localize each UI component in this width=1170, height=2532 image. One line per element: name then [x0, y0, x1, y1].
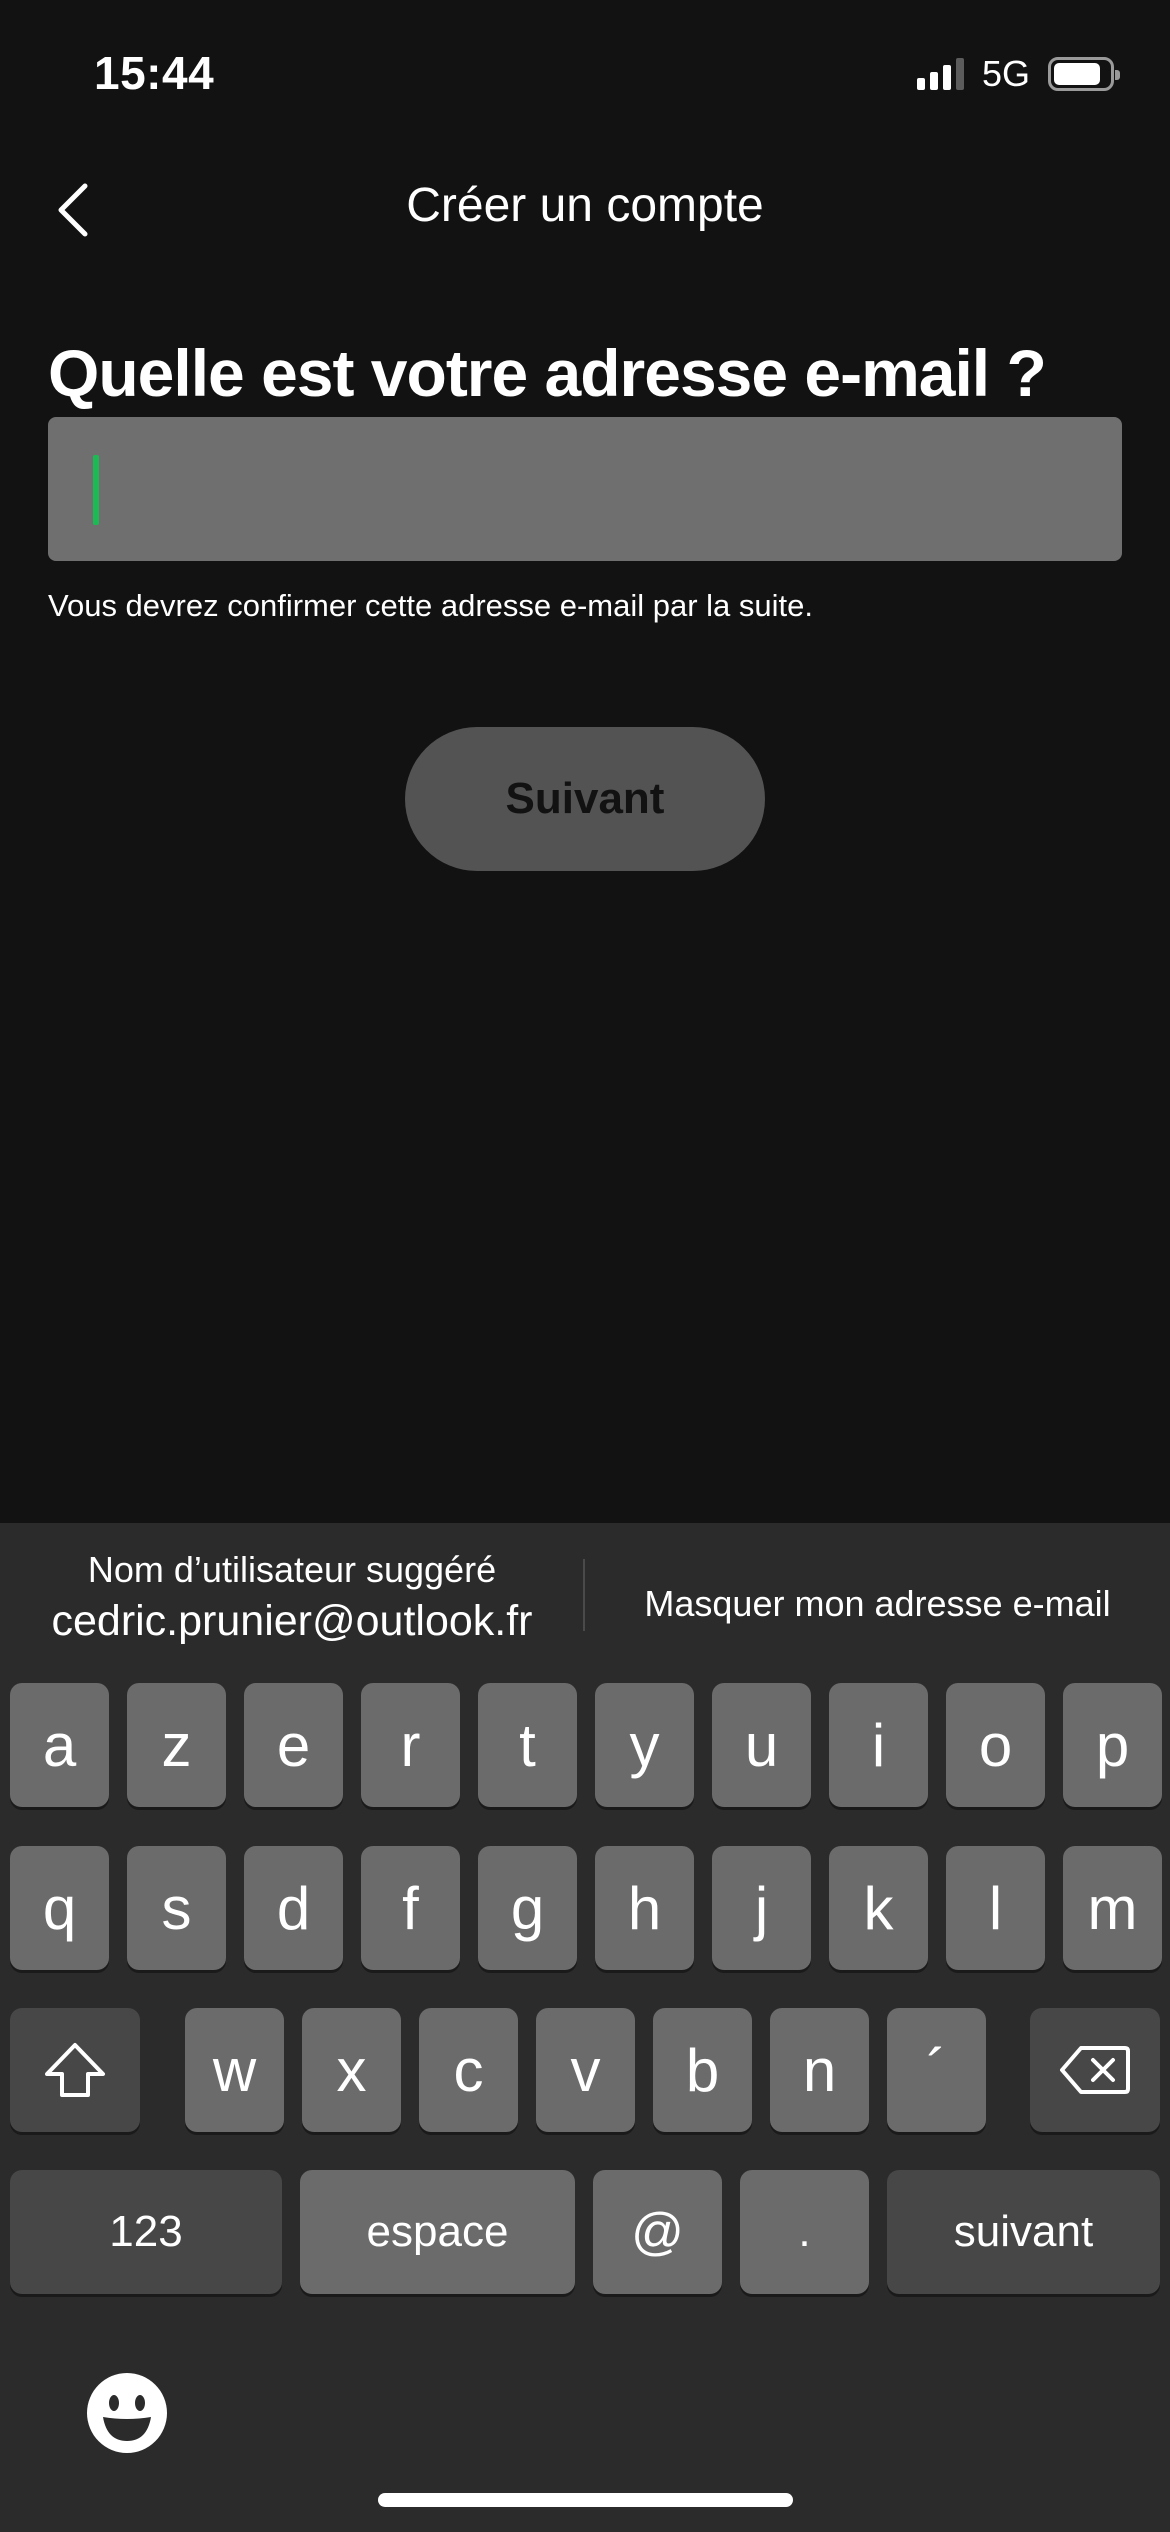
suggested-username[interactable]: Nom d’utilisateur suggéré cedric.prunier… — [0, 1549, 584, 1646]
key-u[interactable]: u — [712, 1683, 811, 1807]
key-z[interactable]: z — [127, 1683, 226, 1807]
return-key[interactable]: suivant — [887, 2170, 1160, 2294]
next-button[interactable]: Suivant — [405, 727, 765, 871]
key-w[interactable]: w — [185, 2008, 284, 2132]
text-caret — [93, 455, 99, 525]
shift-key[interactable] — [10, 2008, 140, 2132]
at-key[interactable]: @ — [593, 2170, 722, 2294]
suggestion-caption: Nom d’utilisateur suggéré — [87, 1549, 497, 1590]
key-q[interactable]: q — [10, 1846, 109, 1970]
key-k[interactable]: k — [829, 1846, 928, 1970]
key-n[interactable]: n — [770, 2008, 869, 2132]
key-v[interactable]: v — [536, 2008, 635, 2132]
key-f[interactable]: f — [361, 1846, 460, 1970]
key-x[interactable]: x — [302, 2008, 401, 2132]
key-o[interactable]: o — [946, 1683, 1045, 1807]
network-label: 5G — [981, 53, 1030, 94]
key-r[interactable]: r — [361, 1683, 460, 1807]
dot-key[interactable]: . — [740, 2170, 869, 2294]
key-y[interactable]: y — [595, 1683, 694, 1807]
key-e[interactable]: e — [244, 1683, 343, 1807]
key-c[interactable]: c — [419, 2008, 518, 2132]
signal-icon — [916, 58, 964, 90]
keyboard: Nom d’utilisateur suggéré cedric.prunier… — [0, 1523, 1170, 2532]
suggestion-bar: Nom d’utilisateur suggéré cedric.prunier… — [0, 1523, 1170, 1673]
email-helper-text: Vous devrez confirmer cette adresse e-ma… — [48, 588, 814, 623]
key-g[interactable]: g — [478, 1846, 577, 1970]
email-field[interactable] — [48, 417, 1122, 561]
backspace-key[interactable] — [1030, 2008, 1160, 2132]
key-l[interactable]: l — [946, 1846, 1045, 1970]
key-p[interactable]: p — [1063, 1683, 1162, 1807]
key-t[interactable]: t — [478, 1683, 577, 1807]
emoji-icon[interactable] — [85, 2371, 169, 2455]
battery-icon — [1048, 57, 1120, 91]
key-j[interactable]: j — [712, 1846, 811, 1970]
suggestion-email: cedric.prunier@outlook.fr — [51, 1597, 533, 1645]
key-b[interactable]: b — [653, 2008, 752, 2132]
backspace-icon — [1060, 2046, 1130, 2094]
key-i[interactable]: i — [829, 1683, 928, 1807]
key-a[interactable]: a — [10, 1683, 109, 1807]
space-key[interactable]: espace — [300, 2170, 575, 2294]
numbers-key[interactable]: 123 — [10, 2170, 282, 2294]
email-question: Quelle est votre adresse e-mail ? — [48, 336, 1047, 410]
key-m[interactable]: m — [1063, 1846, 1162, 1970]
status-time: 15:44 — [94, 47, 215, 99]
home-indicator — [378, 2493, 793, 2507]
key-h[interactable]: h — [595, 1846, 694, 1970]
key-acute[interactable]: ´ — [887, 2008, 986, 2132]
key-s[interactable]: s — [127, 1846, 226, 1970]
shift-icon — [45, 2043, 105, 2097]
hide-email-option[interactable]: Masquer mon adresse e-mail — [585, 1583, 1170, 1625]
page-title: Créer un compte — [406, 179, 764, 232]
key-d[interactable]: d — [244, 1846, 343, 1970]
status-indicators: 5G — [916, 52, 1120, 96]
